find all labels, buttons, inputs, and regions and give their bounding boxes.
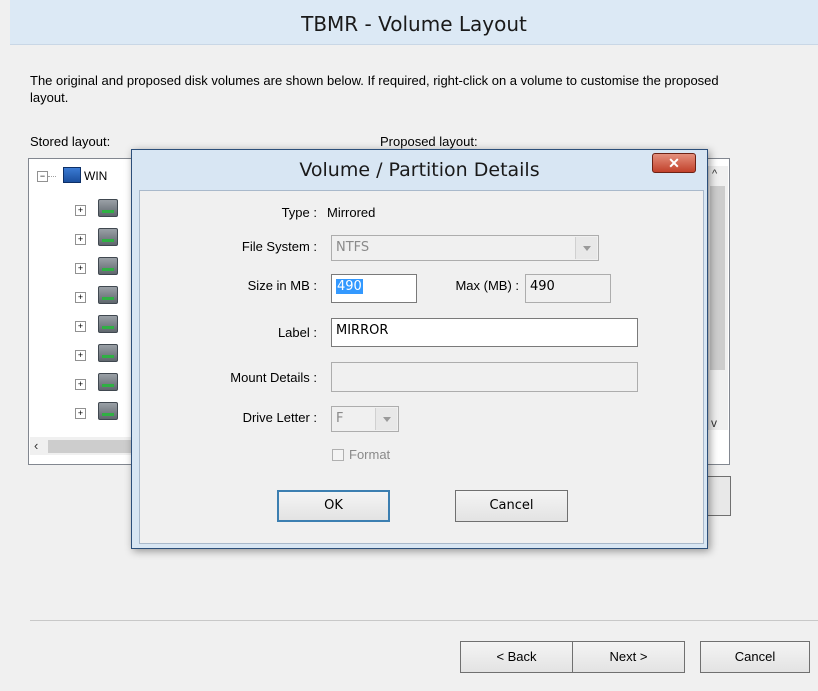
- proposed-layout-label: Proposed layout:: [380, 134, 478, 149]
- tree-connector: [48, 176, 56, 177]
- chevron-down-icon[interactable]: [575, 237, 597, 259]
- chevron-left-icon[interactable]: ‹: [34, 438, 38, 453]
- wizard-description: The original and proposed disk volumes a…: [30, 73, 719, 105]
- collapse-icon[interactable]: −: [37, 171, 48, 182]
- filesystem-value: NTFS: [336, 240, 370, 255]
- mount-details-label: Mount Details :: [230, 370, 317, 385]
- type-value: Mirrored: [327, 205, 376, 220]
- disk-icon: [98, 228, 118, 246]
- hidden-button-edge[interactable]: [708, 476, 731, 516]
- max-label: Max (MB) :: [455, 278, 519, 293]
- expand-icon[interactable]: +: [75, 379, 86, 390]
- volume-label-label: Label :: [277, 325, 317, 340]
- max-field: 490: [525, 274, 611, 303]
- format-label: Format: [349, 447, 391, 462]
- volume-label-value: MIRROR: [336, 323, 389, 338]
- chevron-down-icon[interactable]: v: [711, 416, 717, 430]
- close-icon[interactable]: ✕: [652, 153, 696, 173]
- tree-root-label[interactable]: WIN: [84, 169, 107, 183]
- expand-icon[interactable]: +: [75, 292, 86, 303]
- dialog-cancel-button[interactable]: Cancel: [455, 490, 568, 522]
- separator: [30, 620, 818, 621]
- ok-button[interactable]: OK: [277, 490, 390, 522]
- disk-icon: [98, 344, 118, 362]
- mount-details-field: [331, 362, 638, 392]
- drive-letter-select[interactable]: F: [331, 406, 399, 432]
- disk-icon: [98, 199, 118, 217]
- disk-icon: [98, 373, 118, 391]
- wizard-title: TBMR - Volume Layout: [301, 12, 527, 36]
- hscroll-thumb[interactable]: [48, 440, 138, 453]
- wizard-cancel-button[interactable]: Cancel: [700, 641, 810, 673]
- disk-icon: [98, 402, 118, 420]
- stored-layout-label: Stored layout:: [30, 134, 111, 149]
- chevron-up-icon[interactable]: ^: [712, 168, 717, 180]
- format-checkbox[interactable]: [332, 449, 344, 461]
- chevron-down-icon[interactable]: [375, 408, 397, 430]
- filesystem-label: File System :: [241, 239, 317, 254]
- wizard-window: TBMR - Volume Layout The original and pr…: [0, 0, 818, 691]
- wizard-title-bar: TBMR - Volume Layout: [10, 0, 818, 45]
- expand-icon[interactable]: +: [75, 321, 86, 332]
- computer-icon: [63, 167, 81, 183]
- drive-letter-value: F: [336, 411, 344, 426]
- vscroll-thumb[interactable]: [710, 186, 725, 370]
- expand-icon[interactable]: +: [75, 234, 86, 245]
- expand-icon[interactable]: +: [75, 350, 86, 361]
- disk-icon: [98, 257, 118, 275]
- dialog-title: Volume / Partition Details: [299, 159, 540, 181]
- back-button[interactable]: < Back: [460, 641, 573, 673]
- type-label: Type :: [281, 205, 317, 220]
- disk-icon: [98, 286, 118, 304]
- max-value: 490: [530, 279, 555, 294]
- expand-icon[interactable]: +: [75, 205, 86, 216]
- drive-letter-label: Drive Letter :: [242, 410, 317, 425]
- volume-label-input[interactable]: MIRROR: [331, 318, 638, 347]
- filesystem-select[interactable]: NTFS: [331, 235, 599, 261]
- expand-icon[interactable]: +: [75, 263, 86, 274]
- next-button[interactable]: Next >: [572, 641, 685, 673]
- expand-icon[interactable]: +: [75, 408, 86, 419]
- disk-icon: [98, 315, 118, 333]
- size-label: Size in MB :: [247, 278, 317, 293]
